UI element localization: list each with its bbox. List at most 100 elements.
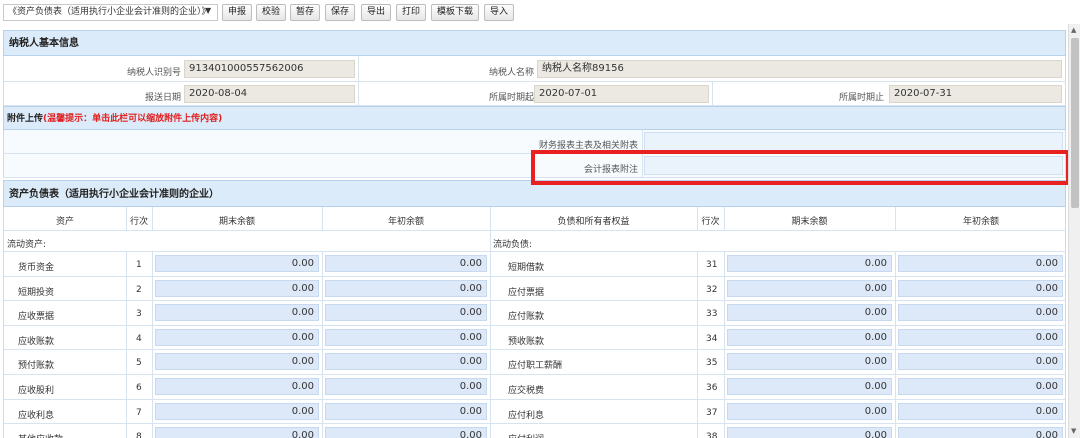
column-divider — [322, 375, 323, 399]
asset-year-begin-input[interactable]: 0.00 — [325, 402, 487, 420]
liability-year-begin-input[interactable]: 0.00 — [898, 279, 1063, 297]
left-group-label: 流动资产: — [7, 240, 47, 250]
asset-period-end-input[interactable]: 0.00 — [155, 279, 319, 297]
column-divider — [152, 301, 153, 325]
asset-period-end-input[interactable]: 0.00 — [155, 378, 319, 395]
chevron-down-icon[interactable]: ▼ — [205, 6, 211, 15]
asset-year-begin-input[interactable]: 0.00 — [325, 279, 487, 297]
asset-year-begin-input[interactable]: 0.00 — [325, 255, 487, 272]
period-start-value: 2020-07-01 — [534, 85, 709, 103]
col-period-end-right: 期末余额 — [791, 217, 828, 227]
column-divider — [152, 252, 153, 276]
col-line-no: 行次 — [129, 217, 148, 227]
liability-year-begin-input[interactable]: 0.00 — [898, 427, 1063, 438]
liability-period-end-input[interactable]: 0.00 — [727, 353, 892, 371]
liability-period-end-input[interactable]: 0.00 — [727, 402, 892, 420]
liability-period-end-input[interactable]: 0.00 — [727, 328, 892, 346]
attachment-upload-2[interactable] — [644, 156, 1063, 175]
declare-button[interactable]: 申报 — [222, 4, 252, 21]
column-divider — [152, 399, 153, 424]
template-download-button[interactable]: 模板下载 — [431, 4, 479, 21]
column-divider — [490, 350, 491, 374]
liability-line-no: 32 — [706, 284, 718, 295]
column-divider — [126, 424, 127, 438]
column-divider — [152, 325, 153, 350]
scroll-up-icon[interactable]: ▲ — [1071, 26, 1076, 34]
liability-period-end-input[interactable]: 0.00 — [727, 304, 892, 322]
main-form: 纳税人基本信息 纳税人识别号 913401000557562006 纳税人名称 … — [3, 30, 1066, 438]
taxpayer-section-header[interactable]: 纳税人基本信息 — [3, 30, 1066, 56]
taxpayer-id-value: 913401000557562006 — [184, 60, 355, 78]
col-period-end: 期末余额 — [218, 217, 255, 227]
asset-period-end-input[interactable]: 0.00 — [155, 328, 319, 346]
period-end-value: 2020-07-31 — [889, 85, 1062, 103]
temp-save-button[interactable]: 暂存 — [290, 4, 320, 21]
report-date-label: 报送日期 — [144, 93, 181, 103]
asset-name: 预付账款 — [18, 361, 55, 372]
liability-period-end-input[interactable]: 0.00 — [727, 378, 892, 395]
column-divider — [322, 276, 323, 301]
liability-year-begin-input[interactable]: 0.00 — [898, 353, 1063, 371]
table-row: 预付账款 5 0.00 0.00 应付职工薪酬 35 0.00 0.00 — [3, 350, 1066, 375]
toolbar: 《资产负债表（适用执行小企业会计准则的企业）》 ▼ 申报 校验 暂存 保存 导出… — [0, 0, 1080, 24]
asset-year-begin-input[interactable]: 0.00 — [325, 304, 487, 322]
liability-year-begin-input[interactable]: 0.00 — [898, 328, 1063, 346]
column-divider — [322, 424, 323, 438]
liability-period-end-input[interactable]: 0.00 — [727, 427, 892, 438]
balance-sheet-title: 资产负债表（适用执行小企业会计准则的企业） — [9, 189, 219, 200]
attachment-hint: (温馨提示：单击此栏可以缩放附件上传内容) — [43, 114, 223, 124]
liability-name: 预收账款 — [508, 336, 545, 347]
attachment-section-header[interactable]: 附件上传(温馨提示：单击此栏可以缩放附件上传内容) — [3, 106, 1066, 130]
asset-period-end-input[interactable]: 0.00 — [155, 427, 319, 438]
col-line-no-right: 行次 — [701, 217, 720, 227]
liability-year-begin-input[interactable]: 0.00 — [898, 255, 1063, 272]
asset-year-begin-input[interactable]: 0.00 — [325, 353, 487, 371]
column-divider — [895, 375, 896, 399]
column-header-row: 资产 行次 期末余额 年初余额 负债和所有者权益 行次 期末余额 年初余额 — [3, 207, 1066, 231]
liability-period-end-input[interactable]: 0.00 — [727, 279, 892, 297]
liability-name: 应付职工薪酬 — [508, 361, 563, 372]
asset-line-no: 8 — [136, 432, 142, 438]
scroll-thumb[interactable] — [1071, 38, 1079, 208]
column-divider — [724, 252, 725, 276]
asset-year-begin-input[interactable]: 0.00 — [325, 328, 487, 346]
attachment-upload-1[interactable] — [644, 132, 1063, 151]
asset-year-begin-input[interactable]: 0.00 — [325, 378, 487, 395]
column-divider — [697, 276, 698, 301]
liability-period-end-input[interactable]: 0.00 — [727, 255, 892, 272]
col-liabilities: 负债和所有者权益 — [557, 217, 630, 227]
col-year-begin-right: 年初余额 — [962, 217, 999, 227]
column-divider — [322, 252, 323, 276]
liability-line-no: 35 — [706, 358, 718, 369]
report-select[interactable]: 《资产负债表（适用执行小企业会计准则的企业）》 — [3, 4, 218, 21]
asset-year-begin-input[interactable]: 0.00 — [325, 427, 487, 438]
liability-year-begin-input[interactable]: 0.00 — [898, 402, 1063, 420]
print-button[interactable]: 打印 — [396, 4, 426, 21]
asset-period-end-input[interactable]: 0.00 — [155, 304, 319, 322]
export-button[interactable]: 导出 — [361, 4, 391, 21]
column-divider — [697, 399, 698, 424]
liability-line-no: 31 — [706, 260, 718, 270]
column-divider — [490, 325, 491, 350]
liability-line-no: 33 — [706, 309, 718, 320]
column-divider — [895, 252, 896, 276]
table-row: 应收账款 4 0.00 0.00 预收账款 34 0.00 0.00 — [3, 325, 1066, 351]
report-select-value: 《资产负债表（适用执行小企业会计准则的企业）》 — [8, 7, 211, 17]
column-divider — [895, 424, 896, 438]
group-row: 流动资产: 流动负债: — [3, 231, 1066, 252]
scroll-down-icon[interactable]: ▼ — [1071, 427, 1076, 435]
vertical-scrollbar[interactable]: ▲ ▼ — [1068, 24, 1080, 438]
import-button[interactable]: 导入 — [484, 4, 514, 21]
column-divider — [490, 276, 491, 301]
column-divider — [724, 276, 725, 301]
column-divider — [895, 350, 896, 374]
asset-period-end-input[interactable]: 0.00 — [155, 353, 319, 371]
liability-year-begin-input[interactable]: 0.00 — [898, 378, 1063, 395]
validate-button[interactable]: 校验 — [256, 4, 286, 21]
asset-period-end-input[interactable]: 0.00 — [155, 255, 319, 272]
save-button[interactable]: 保存 — [325, 4, 355, 21]
asset-period-end-input[interactable]: 0.00 — [155, 402, 319, 420]
column-divider — [697, 375, 698, 399]
column-divider — [126, 252, 127, 276]
liability-year-begin-input[interactable]: 0.00 — [898, 304, 1063, 322]
